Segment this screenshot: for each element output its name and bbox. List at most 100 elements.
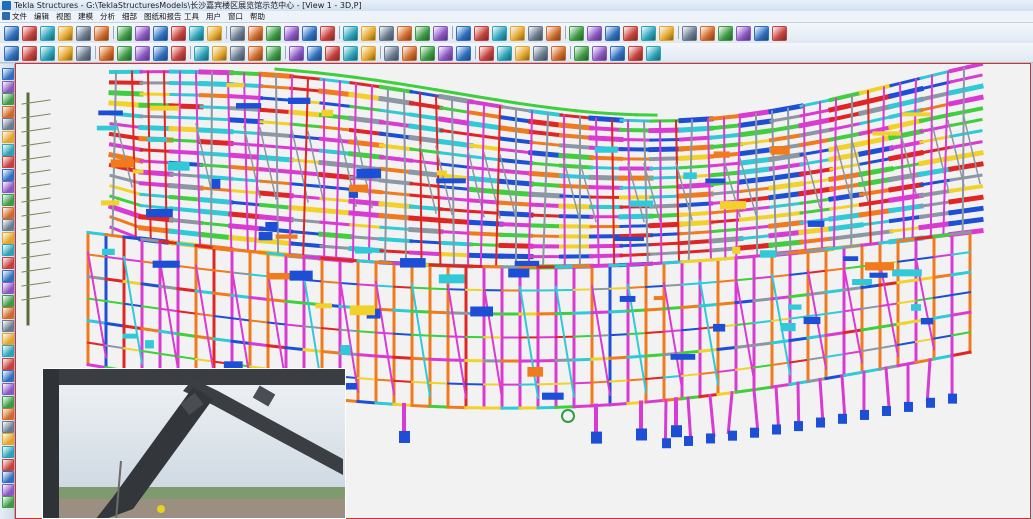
facade-beam[interactable] xyxy=(608,379,630,383)
facade-beam[interactable] xyxy=(212,245,234,252)
snap-point-icon[interactable] xyxy=(646,46,661,61)
roof-brace[interactable] xyxy=(563,159,581,223)
roof-beam[interactable] xyxy=(409,193,443,200)
roof-beam[interactable] xyxy=(138,124,174,132)
roof-beam[interactable] xyxy=(949,140,983,149)
roof-beam[interactable] xyxy=(649,232,683,237)
roof-beam[interactable] xyxy=(768,103,804,115)
facade-beam[interactable] xyxy=(734,299,756,305)
roof-column[interactable] xyxy=(383,86,390,264)
panel-icon[interactable] xyxy=(479,46,494,61)
roof-column[interactable] xyxy=(674,119,681,264)
facade-beam[interactable] xyxy=(104,300,126,305)
slab-panel[interactable] xyxy=(226,83,245,88)
facade-beam[interactable] xyxy=(842,328,864,335)
roof-beam[interactable] xyxy=(438,138,474,149)
slab-panel[interactable] xyxy=(653,296,664,301)
slab-panel[interactable] xyxy=(872,131,901,136)
grid-beam-left[interactable] xyxy=(21,295,51,301)
facade-beam[interactable] xyxy=(194,334,216,341)
snap-icon[interactable] xyxy=(248,26,263,41)
slab-panel[interactable] xyxy=(527,367,544,377)
roof-beam[interactable] xyxy=(588,243,624,249)
roof-beam[interactable] xyxy=(919,69,953,80)
facade-beam[interactable] xyxy=(590,310,612,315)
render-icon[interactable] xyxy=(2,433,14,446)
arrow-icon[interactable] xyxy=(492,26,507,41)
zoom-icon[interactable] xyxy=(2,80,14,93)
facade-beam[interactable] xyxy=(356,330,378,334)
slab-panel[interactable] xyxy=(614,236,645,242)
roof-beam[interactable] xyxy=(408,204,444,212)
exit-icon[interactable] xyxy=(2,496,14,509)
roof-brace[interactable] xyxy=(851,139,869,202)
facade-beam[interactable] xyxy=(896,299,918,305)
grid-beam-left[interactable] xyxy=(21,169,51,175)
facade-beam[interactable] xyxy=(698,302,720,308)
top-chord[interactable] xyxy=(454,91,478,99)
roof-beam[interactable] xyxy=(349,235,383,241)
slab-icon[interactable] xyxy=(456,46,471,61)
facade-beam[interactable] xyxy=(734,343,756,350)
roof-beam[interactable] xyxy=(319,196,353,203)
roof-column[interactable] xyxy=(527,110,534,269)
roof-beam[interactable] xyxy=(438,116,474,127)
facade-beam[interactable] xyxy=(932,313,954,320)
roof-beam[interactable] xyxy=(799,98,833,108)
dim-icon[interactable] xyxy=(2,458,14,471)
roof-beam[interactable] xyxy=(318,148,354,157)
facade-beam[interactable] xyxy=(320,349,342,355)
facade-brace[interactable] xyxy=(194,264,216,376)
roof-beam[interactable] xyxy=(198,174,234,181)
roof-beam[interactable] xyxy=(439,230,473,235)
roof-beam[interactable] xyxy=(349,223,383,229)
snap-line-icon[interactable] xyxy=(628,46,643,61)
facade-brace[interactable] xyxy=(482,285,504,400)
facade-beam[interactable] xyxy=(140,349,162,355)
roof-beam[interactable] xyxy=(198,196,234,206)
zoom-icon[interactable] xyxy=(623,26,638,41)
facade-beam[interactable] xyxy=(572,357,594,362)
facade-beam[interactable] xyxy=(896,319,918,326)
roof-beam[interactable] xyxy=(558,122,594,131)
snap-end-icon[interactable] xyxy=(533,46,548,61)
top-chord[interactable] xyxy=(294,69,318,75)
facade-beam[interactable] xyxy=(428,381,450,385)
facade-beam[interactable] xyxy=(248,249,270,255)
new-icon[interactable] xyxy=(4,26,19,41)
roof-beam[interactable] xyxy=(888,171,924,183)
facade-beam[interactable] xyxy=(644,398,666,404)
facade-beam[interactable] xyxy=(608,286,630,290)
facade-beam[interactable] xyxy=(410,309,432,314)
roof-beam[interactable] xyxy=(439,196,473,203)
facade-beam[interactable] xyxy=(770,338,792,345)
facade-beam[interactable] xyxy=(662,305,684,311)
facade-beam[interactable] xyxy=(788,358,810,364)
roof-beam[interactable] xyxy=(678,210,714,217)
facade-beam[interactable] xyxy=(644,376,666,381)
facade-beam[interactable] xyxy=(752,363,774,369)
snap-perp-icon[interactable] xyxy=(592,46,607,61)
contour-plate-icon[interactable] xyxy=(438,46,453,61)
facade-beam[interactable] xyxy=(176,332,198,339)
top-chord[interactable] xyxy=(414,84,438,92)
roof-brace[interactable] xyxy=(499,153,517,220)
roof-beam[interactable] xyxy=(858,197,894,207)
roof-beam[interactable] xyxy=(168,217,204,226)
select-all-icon[interactable] xyxy=(153,26,168,41)
slab-panel[interactable] xyxy=(713,323,726,332)
top-chord[interactable] xyxy=(314,71,338,77)
column-icon[interactable] xyxy=(2,143,14,156)
color-icon[interactable] xyxy=(2,420,14,433)
roof-beam[interactable] xyxy=(708,123,744,131)
roof-beam[interactable] xyxy=(198,69,234,76)
facade-beam[interactable] xyxy=(104,233,126,239)
column-base[interactable] xyxy=(838,413,847,424)
roof-beam[interactable] xyxy=(828,232,864,241)
roof-beam[interactable] xyxy=(798,116,834,129)
support-column[interactable] xyxy=(726,391,734,435)
facade-beam[interactable] xyxy=(896,258,918,263)
facade-beam[interactable] xyxy=(176,355,198,361)
facade-beam[interactable] xyxy=(446,264,468,268)
menu-drawings-reports[interactable]: 图纸和报告 xyxy=(144,11,182,22)
